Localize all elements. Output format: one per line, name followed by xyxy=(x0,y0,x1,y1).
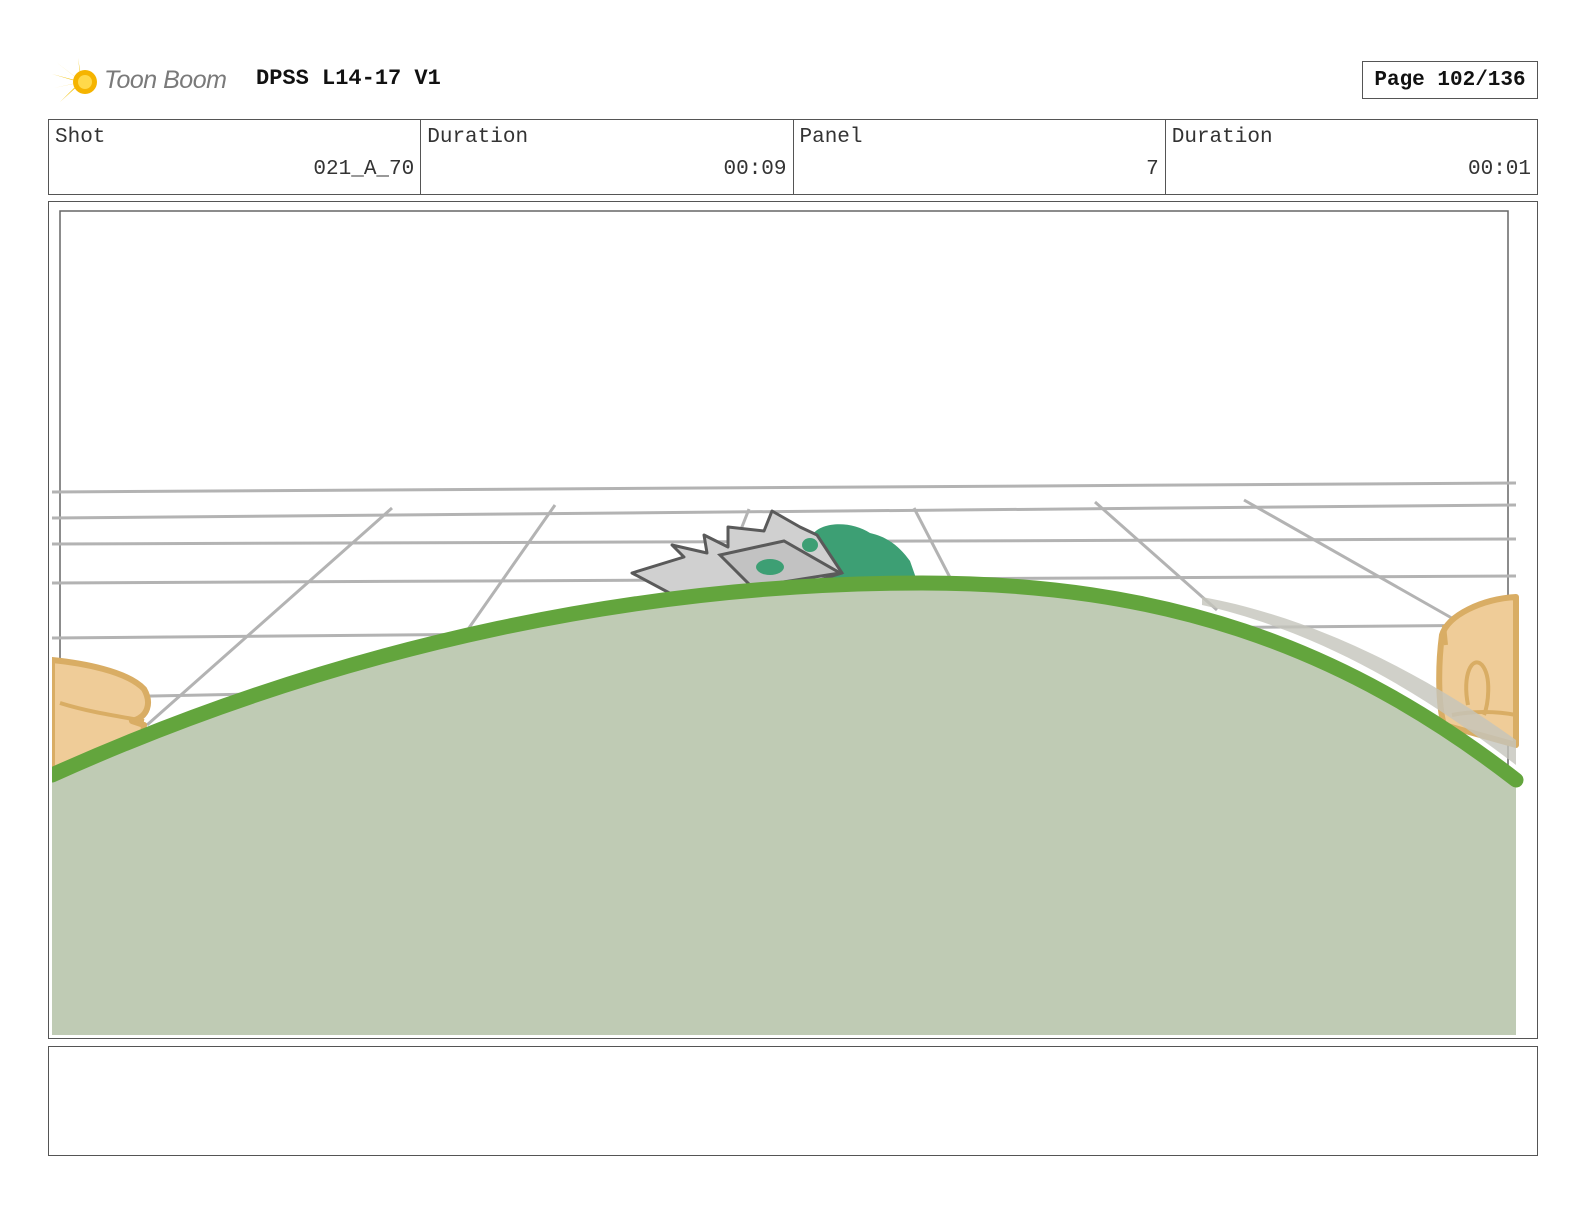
shot-label: Shot xyxy=(55,126,106,149)
shot-info-table: Shot 021_A_70 Duration 00:09 Panel 7 Dur… xyxy=(48,119,1538,195)
panel-cell: Panel 7 xyxy=(794,120,1166,194)
shot-duration-label: Duration xyxy=(427,126,529,149)
panel-notes-box xyxy=(48,1046,1538,1156)
shot-cell: Shot 021_A_70 xyxy=(49,120,422,194)
shot-duration-cell: Duration 00:09 xyxy=(421,120,794,194)
panel-value: 7 xyxy=(1146,158,1159,181)
panel-duration-value: 00:01 xyxy=(1467,158,1531,181)
panel-duration-cell: Duration 00:01 xyxy=(1166,120,1537,194)
page-indicator: Page 102/136 xyxy=(1362,61,1538,99)
shot-duration-value: 00:09 xyxy=(723,158,787,181)
panel-drawing xyxy=(52,210,1524,1035)
shot-value: 021_A_70 xyxy=(313,158,415,181)
panel-label: Panel xyxy=(799,126,863,149)
logo-wordmark: Toon Boom xyxy=(104,66,227,94)
toon-boom-logo: Toon Boom xyxy=(52,56,242,108)
storyboard-panel xyxy=(48,201,1538,1039)
panel-duration-label: Duration xyxy=(1171,126,1273,149)
toon-boom-star-icon xyxy=(52,58,97,102)
project-title: DPSS L14-17 V1 xyxy=(256,66,441,91)
